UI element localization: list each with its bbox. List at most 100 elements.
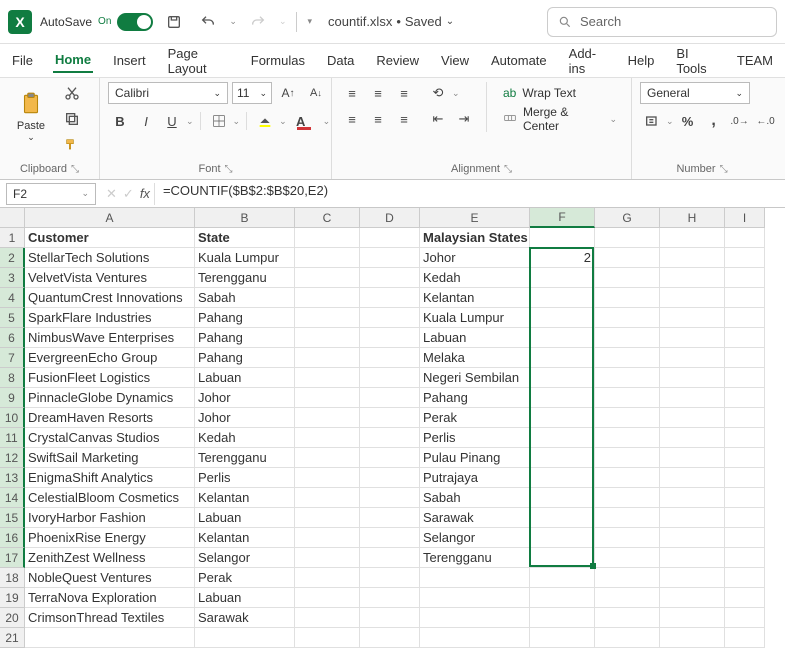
increase-decimal-icon[interactable]: .0→ [728, 110, 752, 132]
cell-D17[interactable] [360, 548, 420, 568]
row-header-4[interactable]: 4 [0, 288, 25, 308]
align-middle-icon[interactable]: ≡ [366, 82, 390, 104]
cell-D5[interactable] [360, 308, 420, 328]
chevron-down-icon[interactable]: ⌄ [666, 116, 674, 127]
row-header-8[interactable]: 8 [0, 368, 25, 388]
tab-formulas[interactable]: Formulas [249, 49, 307, 72]
italic-button[interactable]: I [134, 110, 158, 132]
cell-F7[interactable] [530, 348, 595, 368]
cell-A18[interactable]: NobleQuest Ventures [25, 568, 195, 588]
cell-C11[interactable] [295, 428, 360, 448]
font-size-select[interactable]: 11⌄ [232, 82, 272, 104]
cell-F6[interactable] [530, 328, 595, 348]
cell-B8[interactable]: Labuan [195, 368, 295, 388]
cell-B9[interactable]: Johor [195, 388, 295, 408]
cell-F11[interactable] [530, 428, 595, 448]
align-center-icon[interactable]: ≡ [366, 108, 390, 130]
cell-B10[interactable]: Johor [195, 408, 295, 428]
number-format-select[interactable]: General⌄ [640, 82, 750, 104]
cell-I3[interactable] [725, 268, 765, 288]
tab-page-layout[interactable]: Page Layout [166, 42, 231, 80]
column-header-C[interactable]: C [295, 208, 360, 228]
cell-G13[interactable] [595, 468, 660, 488]
cell-B14[interactable]: Kelantan [195, 488, 295, 508]
cell-E11[interactable]: Perlis [420, 428, 530, 448]
cell-C2[interactable] [295, 248, 360, 268]
cell-I5[interactable] [725, 308, 765, 328]
cell-H4[interactable] [660, 288, 725, 308]
column-header-G[interactable]: G [595, 208, 660, 228]
row-header-20[interactable]: 20 [0, 608, 25, 628]
row-header-19[interactable]: 19 [0, 588, 25, 608]
cell-G15[interactable] [595, 508, 660, 528]
cancel-formula-icon[interactable]: ✕ [106, 186, 117, 202]
cell-H2[interactable] [660, 248, 725, 268]
row-header-9[interactable]: 9 [0, 388, 25, 408]
spreadsheet-grid[interactable]: ABCDEFGHI 123456789101112131415161718192… [0, 208, 785, 648]
search-input[interactable]: Search [547, 7, 777, 37]
cell-H5[interactable] [660, 308, 725, 328]
redo-dropdown-icon[interactable]: ⌄ [279, 16, 287, 27]
cell-C21[interactable] [295, 628, 360, 648]
cell-F20[interactable] [530, 608, 595, 628]
cell-H12[interactable] [660, 448, 725, 468]
cell-A8[interactable]: FusionFleet Logistics [25, 368, 195, 388]
cell-I1[interactable] [725, 228, 765, 248]
cell-E9[interactable]: Pahang [420, 388, 530, 408]
cell-G12[interactable] [595, 448, 660, 468]
row-header-7[interactable]: 7 [0, 348, 25, 368]
cell-B13[interactable]: Perlis [195, 468, 295, 488]
cell-G9[interactable] [595, 388, 660, 408]
cell-B15[interactable]: Labuan [195, 508, 295, 528]
dialog-launcher-icon[interactable]: ⤡ [71, 164, 79, 175]
cell-G4[interactable] [595, 288, 660, 308]
chevron-down-icon[interactable]: ⌄ [279, 116, 287, 127]
cell-H21[interactable] [660, 628, 725, 648]
cell-A17[interactable]: ZenithZest Wellness [25, 548, 195, 568]
cell-A2[interactable]: StellarTech Solutions [25, 248, 195, 268]
cell-B3[interactable]: Terengganu [195, 268, 295, 288]
cell-F16[interactable] [530, 528, 595, 548]
chevron-down-icon[interactable]: ⌄ [609, 114, 617, 125]
cell-E20[interactable] [420, 608, 530, 628]
cell-H20[interactable] [660, 608, 725, 628]
cell-I19[interactable] [725, 588, 765, 608]
cell-H9[interactable] [660, 388, 725, 408]
cell-H16[interactable] [660, 528, 725, 548]
cell-D8[interactable] [360, 368, 420, 388]
column-header-D[interactable]: D [360, 208, 420, 228]
cells[interactable]: CustomerStateMalaysian StatesStellarTech… [25, 228, 765, 648]
orientation-icon[interactable]: ⟲ [426, 82, 450, 104]
cell-E6[interactable]: Labuan [420, 328, 530, 348]
cell-G16[interactable] [595, 528, 660, 548]
cell-H7[interactable] [660, 348, 725, 368]
cell-E3[interactable]: Kedah [420, 268, 530, 288]
tab-add-ins[interactable]: Add-ins [567, 42, 608, 80]
tab-home[interactable]: Home [53, 48, 93, 73]
decrease-font-icon[interactable]: A↓ [304, 82, 328, 104]
cell-C8[interactable] [295, 368, 360, 388]
cell-F13[interactable] [530, 468, 595, 488]
cell-G2[interactable] [595, 248, 660, 268]
tab-team[interactable]: TEAM [735, 49, 775, 72]
row-header-5[interactable]: 5 [0, 308, 25, 328]
cell-F18[interactable] [530, 568, 595, 588]
tab-help[interactable]: Help [626, 49, 657, 72]
cell-I8[interactable] [725, 368, 765, 388]
row-header-1[interactable]: 1 [0, 228, 25, 248]
tab-bi-tools[interactable]: BI Tools [674, 42, 717, 80]
cell-B21[interactable] [195, 628, 295, 648]
cell-D14[interactable] [360, 488, 420, 508]
autosave-toggle[interactable]: AutoSave On [40, 13, 153, 31]
align-right-icon[interactable]: ≡ [392, 108, 416, 130]
formula-input[interactable]: =COUNTIF($B$2:$B$20,E2) [154, 183, 785, 205]
wrap-text-button[interactable]: ab Wrap Text [497, 82, 623, 104]
cell-E17[interactable]: Terengganu [420, 548, 530, 568]
cell-D11[interactable] [360, 428, 420, 448]
bold-button[interactable]: B [108, 110, 132, 132]
cell-A10[interactable]: DreamHaven Resorts [25, 408, 195, 428]
tab-view[interactable]: View [439, 49, 471, 72]
align-bottom-icon[interactable]: ≡ [392, 82, 416, 104]
row-header-3[interactable]: 3 [0, 268, 25, 288]
cell-E4[interactable]: Kelantan [420, 288, 530, 308]
